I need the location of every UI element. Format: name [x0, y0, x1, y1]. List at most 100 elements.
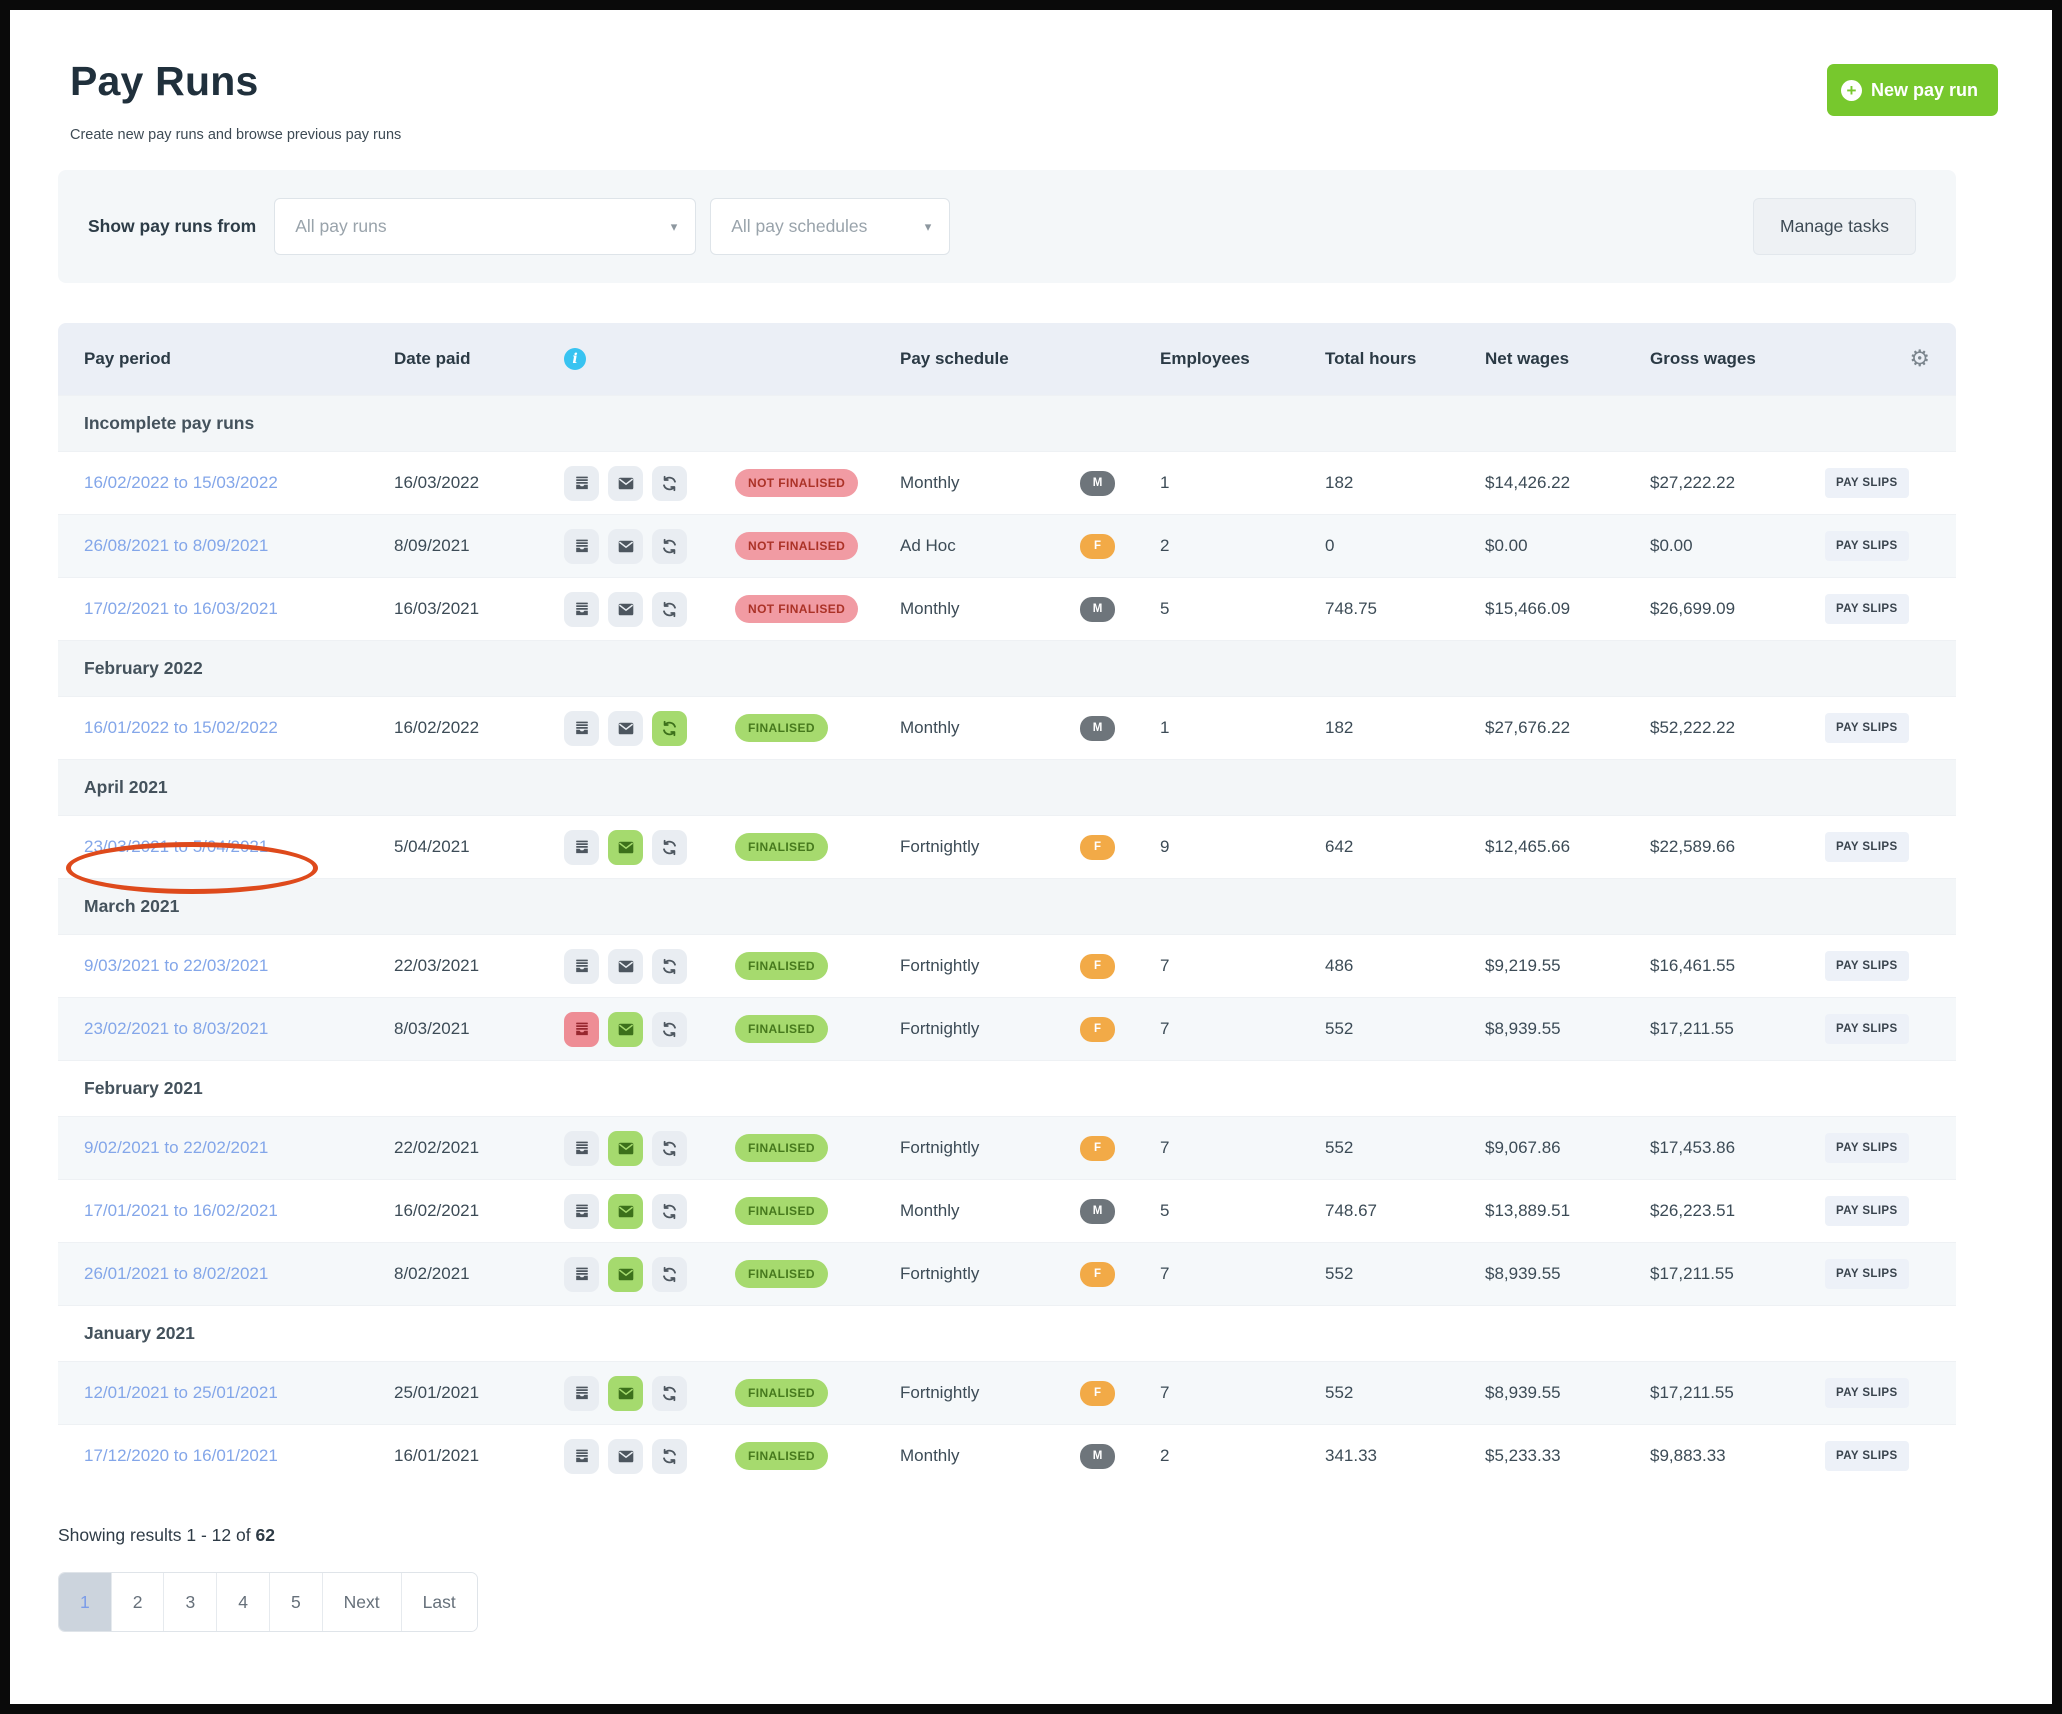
- pay-run-row: 17/02/2021 to 16/03/202116/03/2021NOT FI…: [58, 577, 1956, 640]
- gross-wages-cell: $16,461.55: [1650, 956, 1825, 976]
- employees-count-cell: 7: [1160, 1138, 1325, 1158]
- pay-slips-button[interactable]: PAY SLIPS: [1825, 951, 1909, 981]
- date-paid-cell: 16/02/2022: [394, 718, 564, 738]
- manage-tasks-button[interactable]: Manage tasks: [1753, 198, 1916, 255]
- sync-icon[interactable]: [652, 1131, 687, 1166]
- date-paid-cell: 16/03/2022: [394, 473, 564, 493]
- pay-slips-button[interactable]: PAY SLIPS: [1825, 1259, 1909, 1289]
- sync-icon[interactable]: [652, 1439, 687, 1474]
- pay-schedules-filter-select[interactable]: All pay schedules ▾: [710, 198, 950, 255]
- journal-icon[interactable]: [564, 1012, 599, 1047]
- sync-icon[interactable]: [652, 949, 687, 984]
- mail-icon[interactable]: [608, 1194, 643, 1229]
- journal-icon[interactable]: [564, 592, 599, 627]
- pay-period-link[interactable]: 23/03/2021 to 5/04/2021: [84, 837, 268, 857]
- sync-icon[interactable]: [652, 1257, 687, 1292]
- gross-wages-cell: $17,211.55: [1650, 1264, 1825, 1284]
- pay-period-link[interactable]: 9/02/2021 to 22/02/2021: [84, 1138, 268, 1158]
- section-header-row: March 2021: [58, 878, 1956, 934]
- schedule-type-badge: F: [1080, 1381, 1115, 1406]
- journal-icon[interactable]: [564, 949, 599, 984]
- schedule-type-badge: F: [1080, 1017, 1115, 1042]
- results-summary: Showing results 1 - 12 of 62: [58, 1525, 2052, 1546]
- pay-period-link[interactable]: 26/08/2021 to 8/09/2021: [84, 536, 268, 556]
- sync-icon[interactable]: [652, 1012, 687, 1047]
- mail-icon[interactable]: [608, 830, 643, 865]
- mail-icon[interactable]: [608, 529, 643, 564]
- pay-slips-button[interactable]: PAY SLIPS: [1825, 832, 1909, 862]
- pay-schedule-cell: Monthly: [900, 718, 1080, 738]
- pay-slips-button[interactable]: PAY SLIPS: [1825, 713, 1909, 743]
- pay-run-row: 23/02/2021 to 8/03/20218/03/2021FINALISE…: [58, 997, 1956, 1060]
- employees-count-cell: 7: [1160, 1383, 1325, 1403]
- pagination-page-1[interactable]: 1: [59, 1573, 111, 1631]
- sync-icon[interactable]: [652, 529, 687, 564]
- sync-icon[interactable]: [652, 1376, 687, 1411]
- pay-period-link[interactable]: 17/02/2021 to 16/03/2021: [84, 599, 278, 619]
- journal-icon[interactable]: [564, 711, 599, 746]
- new-pay-run-button[interactable]: + New pay run: [1827, 64, 1998, 116]
- gross-wages-cell: $26,223.51: [1650, 1201, 1825, 1221]
- pay-slips-button[interactable]: PAY SLIPS: [1825, 1378, 1909, 1408]
- date-paid-cell: 22/03/2021: [394, 956, 564, 976]
- sync-icon[interactable]: [652, 466, 687, 501]
- sync-icon[interactable]: [652, 830, 687, 865]
- mail-icon[interactable]: [608, 1012, 643, 1047]
- pay-schedule-cell: Fortnightly: [900, 1383, 1080, 1403]
- pay-period-link[interactable]: 16/01/2022 to 15/02/2022: [84, 718, 278, 738]
- journal-icon[interactable]: [564, 1439, 599, 1474]
- pay-slips-button[interactable]: PAY SLIPS: [1825, 531, 1909, 561]
- pay-slips-button[interactable]: PAY SLIPS: [1825, 1133, 1909, 1163]
- pay-slips-button[interactable]: PAY SLIPS: [1825, 1441, 1909, 1471]
- pay-period-link[interactable]: 9/03/2021 to 22/03/2021: [84, 956, 268, 976]
- pagination-page-3[interactable]: 3: [163, 1573, 216, 1631]
- column-header-employees: Employees: [1160, 349, 1325, 369]
- page-title: Pay Runs: [70, 58, 2052, 105]
- mail-icon[interactable]: [608, 1439, 643, 1474]
- journal-icon[interactable]: [564, 466, 599, 501]
- pay-period-link[interactable]: 17/01/2021 to 16/02/2021: [84, 1201, 278, 1221]
- gear-icon[interactable]: ⚙: [1825, 348, 1930, 371]
- schedule-type-badge: M: [1080, 471, 1115, 496]
- journal-icon[interactable]: [564, 1376, 599, 1411]
- pay-period-link[interactable]: 12/01/2021 to 25/01/2021: [84, 1383, 278, 1403]
- pay-slips-button[interactable]: PAY SLIPS: [1825, 468, 1909, 498]
- pay-slips-button[interactable]: PAY SLIPS: [1825, 1196, 1909, 1226]
- pagination-page-4[interactable]: 4: [216, 1573, 269, 1631]
- pay-slips-button[interactable]: PAY SLIPS: [1825, 1014, 1909, 1044]
- pagination-page-next[interactable]: Next: [322, 1573, 401, 1631]
- date-paid-cell: 25/01/2021: [394, 1383, 564, 1403]
- sync-icon[interactable]: [652, 1194, 687, 1229]
- pay-period-link[interactable]: 16/02/2022 to 15/03/2022: [84, 473, 278, 493]
- pay-period-link[interactable]: 26/01/2021 to 8/02/2021: [84, 1264, 268, 1284]
- table-header-row: Pay period Date paid i Pay schedule Empl…: [58, 323, 1956, 395]
- pay-runs-filter-select[interactable]: All pay runs ▾: [274, 198, 696, 255]
- pay-period-link[interactable]: 23/02/2021 to 8/03/2021: [84, 1019, 268, 1039]
- info-icon[interactable]: i: [564, 348, 586, 370]
- mail-icon[interactable]: [608, 949, 643, 984]
- pagination-page-2[interactable]: 2: [111, 1573, 164, 1631]
- mail-icon[interactable]: [608, 466, 643, 501]
- pagination-page-last[interactable]: Last: [401, 1573, 477, 1631]
- mail-icon[interactable]: [608, 1257, 643, 1292]
- journal-icon[interactable]: [564, 1257, 599, 1292]
- journal-icon[interactable]: [564, 1194, 599, 1229]
- pay-slips-button[interactable]: PAY SLIPS: [1825, 594, 1909, 624]
- total-hours-cell: 552: [1325, 1138, 1485, 1158]
- date-paid-cell: 5/04/2021: [394, 837, 564, 857]
- sync-icon[interactable]: [652, 592, 687, 627]
- mail-icon[interactable]: [608, 1376, 643, 1411]
- journal-icon[interactable]: [564, 1131, 599, 1166]
- sync-icon[interactable]: [652, 711, 687, 746]
- mail-icon[interactable]: [608, 592, 643, 627]
- pay-period-link[interactable]: 17/12/2020 to 16/01/2021: [84, 1446, 278, 1466]
- mail-icon[interactable]: [608, 711, 643, 746]
- pay-run-row: 9/02/2021 to 22/02/202122/02/2021FINALIS…: [58, 1116, 1956, 1179]
- row-action-icons: [564, 830, 735, 865]
- gross-wages-cell: $0.00: [1650, 536, 1825, 556]
- journal-icon[interactable]: [564, 529, 599, 564]
- pagination-page-5[interactable]: 5: [269, 1573, 322, 1631]
- journal-icon[interactable]: [564, 830, 599, 865]
- section-header-row: Incomplete pay runs: [58, 395, 1956, 451]
- mail-icon[interactable]: [608, 1131, 643, 1166]
